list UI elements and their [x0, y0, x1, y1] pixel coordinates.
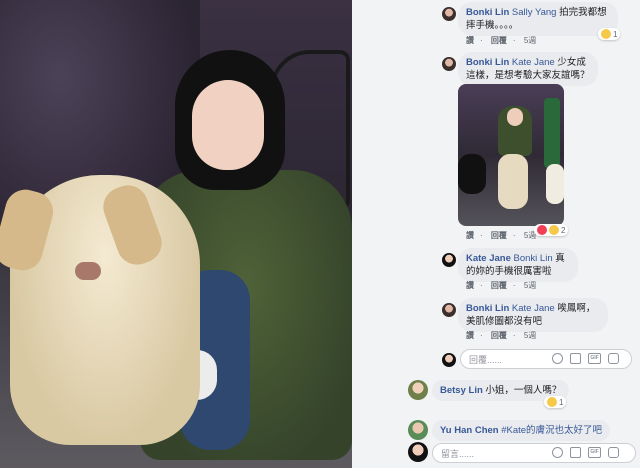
reply-link[interactable]: 回覆 — [491, 231, 507, 240]
reaction-count: 2 — [561, 225, 566, 235]
timestamp[interactable]: 5週 — [524, 281, 536, 290]
haha-icon — [601, 29, 611, 39]
comment-author[interactable]: Betsy Lin — [440, 385, 483, 396]
reply-link[interactable]: 回覆 — [491, 36, 507, 45]
sticker-icon[interactable] — [608, 353, 619, 364]
comment-author[interactable]: Bonki Lin — [466, 303, 509, 314]
comment-author[interactable]: Bonki Lin — [466, 57, 509, 68]
smile-icon[interactable] — [552, 353, 563, 364]
reply-placeholder: 回覆...... — [469, 355, 503, 365]
reaction-count: 1 — [559, 397, 564, 407]
avatar[interactable] — [408, 380, 428, 400]
comment-placeholder: 留言...... — [441, 449, 475, 459]
avatar[interactable] — [442, 303, 456, 317]
comment-text[interactable]: #Kate的膚況也太好了吧 — [501, 425, 602, 436]
reaction-count: 1 — [613, 29, 618, 39]
comments-panel: Bonki Lin Sally Yang 拍完我都想摔手機。。。。 1 讚 · 回… — [352, 0, 640, 468]
comment-bubble: Bonki Lin Kate Jane 唉鳳啊，美肌修圖都沒有吧 — [458, 298, 608, 332]
reaction-badge[interactable]: 2 — [534, 224, 569, 236]
haha-icon — [549, 225, 559, 235]
comment-bubble: Kate Jane Bonki Lin 真的妳的手機很厲害啦 — [458, 248, 578, 282]
camera-icon[interactable] — [570, 447, 581, 458]
photo-white-dog — [546, 164, 564, 204]
comment-actions: 讚 · 回覆 · 5週 — [466, 331, 537, 340]
reply-link[interactable]: 回覆 — [491, 281, 507, 290]
like-link[interactable]: 讚 — [466, 231, 474, 240]
gif-icon[interactable]: GIF — [588, 353, 601, 364]
comment-tag[interactable]: Kate Jane — [512, 303, 555, 314]
reply-link[interactable]: 回覆 — [491, 331, 507, 340]
comment-actions: 讚 · 回覆 · 5週 — [466, 231, 537, 240]
sticker-icon[interactable] — [608, 447, 619, 458]
photo-green-bag — [544, 98, 560, 168]
main-photo[interactable] — [0, 0, 352, 468]
dog-nose — [75, 262, 101, 280]
avatar[interactable] — [442, 253, 456, 267]
photo-face — [507, 108, 523, 126]
avatar[interactable] — [408, 420, 428, 440]
comment-tag[interactable]: Sally Yang — [512, 7, 557, 18]
like-link[interactable]: 讚 — [466, 331, 474, 340]
comment-bubble: Bonki Lin Sally Yang 拍完我都想摔手機。。。。 — [458, 2, 618, 36]
reply-input-icons: GIF — [552, 353, 619, 364]
my-avatar — [408, 442, 428, 462]
my-avatar — [442, 353, 456, 367]
comment-input-icons: GIF — [552, 447, 619, 458]
comment-photo[interactable] — [458, 84, 564, 226]
comment-author[interactable]: Bonki Lin — [466, 7, 509, 18]
reaction-badge[interactable]: 1 — [544, 396, 567, 408]
photo-yellow-dog — [498, 154, 528, 209]
comment-actions: 讚 · 回覆 · 5週 — [466, 281, 537, 290]
like-link[interactable]: 讚 — [466, 36, 474, 45]
avatar[interactable] — [442, 7, 456, 21]
photo-black-dog — [458, 154, 486, 194]
timestamp[interactable]: 5週 — [524, 36, 536, 45]
timestamp[interactable]: 5週 — [524, 331, 536, 340]
camera-icon[interactable] — [570, 353, 581, 364]
avatar[interactable] — [442, 57, 456, 71]
comment-author[interactable]: Yu Han Chen — [440, 425, 499, 436]
gif-icon[interactable]: GIF — [588, 447, 601, 458]
haha-icon — [547, 397, 557, 407]
comment-bubble: Bonki Lin Kate Jane 少女成這樣，是想考驗大家友誼嗎？ — [458, 52, 598, 86]
comment-text: 小姐，一個人嗎？ — [485, 385, 562, 396]
woman-face — [192, 80, 264, 170]
heart-icon — [537, 225, 547, 235]
comment-actions: 讚 · 回覆 · 5週 — [466, 36, 537, 45]
smile-icon[interactable] — [552, 447, 563, 458]
comment-tag[interactable]: Kate Jane — [512, 57, 555, 68]
like-link[interactable]: 讚 — [466, 281, 474, 290]
reaction-badge[interactable]: 1 — [598, 28, 621, 40]
comment-bubble: Yu Han Chen #Kate的膚況也太好了吧 — [432, 420, 611, 441]
comment-author[interactable]: Kate Jane — [466, 253, 511, 264]
comment-tag[interactable]: Bonki Lin — [514, 253, 553, 264]
